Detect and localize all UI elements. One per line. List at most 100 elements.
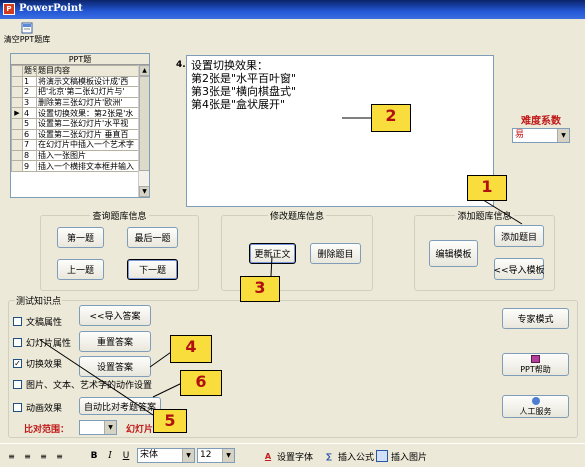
table-row[interactable]: 2 把'北京'第二张幻灯片与' [11,86,139,98]
checkbox-label: 动画效果 [26,404,63,414]
callout-4: 4 [170,335,212,363]
insert-image-label: 插入图片 [391,452,428,463]
checkbox-label: 幻灯片属性 [26,339,72,349]
insert-image-button[interactable]: 插入图片 [376,448,427,464]
ppt-help-label: PPT帮助 [520,364,551,374]
next-question-button[interactable]: 下一题 [127,259,178,280]
row-selector[interactable] [11,117,23,130]
question-content-cell: 设置第二张幻灯片'水平视 [36,117,139,130]
clear-bank-button[interactable]: 清空PPT题库 [3,22,51,49]
app-icon: P [3,3,15,15]
current-row-pointer-icon[interactable]: ▶ [11,107,23,119]
import-answer-button[interactable]: <<导入答案 [79,305,151,326]
clear-bank-label: 清空PPT题库 [3,35,51,44]
check-icon[interactable]: ✓ [13,359,22,368]
set-font-button[interactable]: A 设置字体 [262,448,313,464]
checkbox-doc-properties[interactable]: 文稿属性 [13,315,62,328]
insert-formula-button[interactable]: ∑ 插入公式 [323,448,374,464]
first-question-button[interactable]: 第一题 [57,227,104,248]
question-rows: 1 将演示文稿模板设计成'西 2 把'北京'第二张幻灯片与' 3 删除第三张幻灯片'欧洲'… [11,75,139,172]
underline-button[interactable]: U [120,448,132,464]
reset-answer-button[interactable]: 重置答案 [79,331,151,352]
row-selector[interactable] [11,139,23,151]
row-selector[interactable] [11,75,23,88]
grid-scrollbar[interactable]: ▲ ▼ [138,65,149,197]
editor-line: 第4张是"盒状展开" [191,98,286,111]
edit-template-button[interactable]: 编辑模板 [429,240,478,267]
slide-label: 幻灯片 [126,425,154,435]
add-question-button[interactable]: 添加题目 [494,225,544,247]
compare-range-label: 比对范围： [24,425,70,435]
question-content-cell: 将演示文稿模板设计成'西 [36,75,139,88]
powerpoint-window: P PowerPoint 清空PPT题库 PPT题 题号 题目内容 1将演示文稿… [0,0,585,467]
update-text-button[interactable]: 更新正文 [249,243,296,264]
row-selector[interactable] [11,96,23,109]
row-selector[interactable] [11,149,23,162]
italic-button[interactable]: I [104,448,116,464]
font-size-select[interactable]: 12 ▼ [197,448,235,463]
table-row[interactable]: 3 删除第三张幻灯片'欧洲' [11,96,139,109]
question-content-cell: 把'北京'第二张幻灯片与' [36,86,139,98]
question-text-editor[interactable]: 设置切换效果： 第2张是"水平百叶窗" 第3张是"横向棋盘式" 第4张是"盒状展… [186,55,494,207]
checkbox-slide-properties[interactable]: 幻灯片属性 [13,336,71,349]
scroll-up-icon[interactable]: ▲ [139,65,149,76]
scroll-down-icon[interactable]: ▼ [139,186,149,197]
question-content-cell: 插入一个横排文本框并输入 [36,160,139,172]
chevron-down-icon[interactable]: ▼ [104,421,116,434]
title-bar: P PowerPoint [0,0,585,19]
question-number-cell: 6 [22,128,37,141]
question-grid[interactable]: PPT题 题号 题目内容 1将演示文稿模板设计成'西2把'北京'第二张幻灯片与'… [10,53,150,198]
checkbox-box[interactable] [13,317,22,326]
checkbox-animation-effect[interactable]: 动画效果 [13,401,62,414]
checkbox-box[interactable] [13,380,22,389]
help-book-icon [531,354,540,363]
ppt-help-button[interactable]: PPT帮助 [502,353,569,376]
table-row[interactable]: 5 设置第二张幻灯片'水平视 [11,117,139,130]
knowledge-group-title: 测试知识点 [15,297,63,307]
table-row[interactable]: 7 在幻灯片中插入一个艺术字 [11,139,139,151]
font-name-value: 宋体 [140,450,159,460]
difficulty-label: 难度系数 [521,116,561,127]
compare-range-select[interactable]: ▼ [79,420,117,435]
table-row[interactable]: 6 设置第二张幻灯片 垂直百 [11,128,139,141]
row-selector[interactable] [11,86,23,98]
formula-icon: ∑ [326,451,332,461]
add-group-title-wrap: 添加题库信息 [415,209,554,222]
table-row[interactable]: 8 插入一张图片 [11,149,139,162]
last-question-button[interactable]: 最后一题 [127,227,178,248]
align-right-button[interactable]: ≡ [38,448,52,464]
chevron-down-icon[interactable]: ▼ [557,129,569,142]
table-row[interactable]: 1 将演示文稿模板设计成'西 [11,75,139,88]
question-content-cell: 插入一张图片 [36,149,139,162]
checkbox-box[interactable] [13,338,22,347]
delete-question-button[interactable]: 删除题目 [310,243,361,264]
question-number-cell: 3 [22,96,37,109]
scroll-thumb[interactable] [139,76,149,171]
chevron-down-icon[interactable]: ▼ [222,449,234,462]
difficulty-select[interactable]: 易 ▼ [512,128,570,143]
checkbox-box[interactable] [13,403,22,412]
font-name-select[interactable]: 宋体 ▼ [137,448,195,463]
bold-button[interactable]: B [88,448,100,464]
prev-question-button[interactable]: 上一题 [57,259,104,280]
table-row[interactable]: 9 插入一个横排文本框并输入 [11,160,139,172]
checkbox-action-settings[interactable]: 图片、文本、艺术字的动作设置 [13,378,152,391]
checkbox-label: 图片、文本、艺术字的动作设置 [26,381,153,391]
manual-service-button[interactable]: 人工服务 [502,395,569,418]
justify-button[interactable]: ≡ [54,448,68,464]
set-answer-button[interactable]: 设置答案 [79,356,151,377]
auto-compare-button[interactable]: 自动比对考题答案 [79,397,161,415]
expert-mode-button[interactable]: 专家模式 [502,308,569,329]
align-center-button[interactable]: ≡ [22,448,36,464]
row-selector[interactable] [11,128,23,141]
font-a-icon: A [264,451,272,461]
align-left-button[interactable]: ≡ [6,448,20,464]
table-row[interactable]: ▶ 4 设置切换效果：第2张是'水 [11,107,139,119]
checkbox-transition-effect[interactable]: ✓ 切换效果 [13,357,62,370]
import-template-button[interactable]: <<导入模板 [493,258,545,280]
callout-6: 6 [180,370,222,396]
row-selector[interactable] [11,160,23,172]
query-group-title-wrap: 查询题库信息 [41,209,198,222]
chevron-down-icon[interactable]: ▼ [182,449,194,462]
add-group-title: 添加题库信息 [455,212,514,222]
